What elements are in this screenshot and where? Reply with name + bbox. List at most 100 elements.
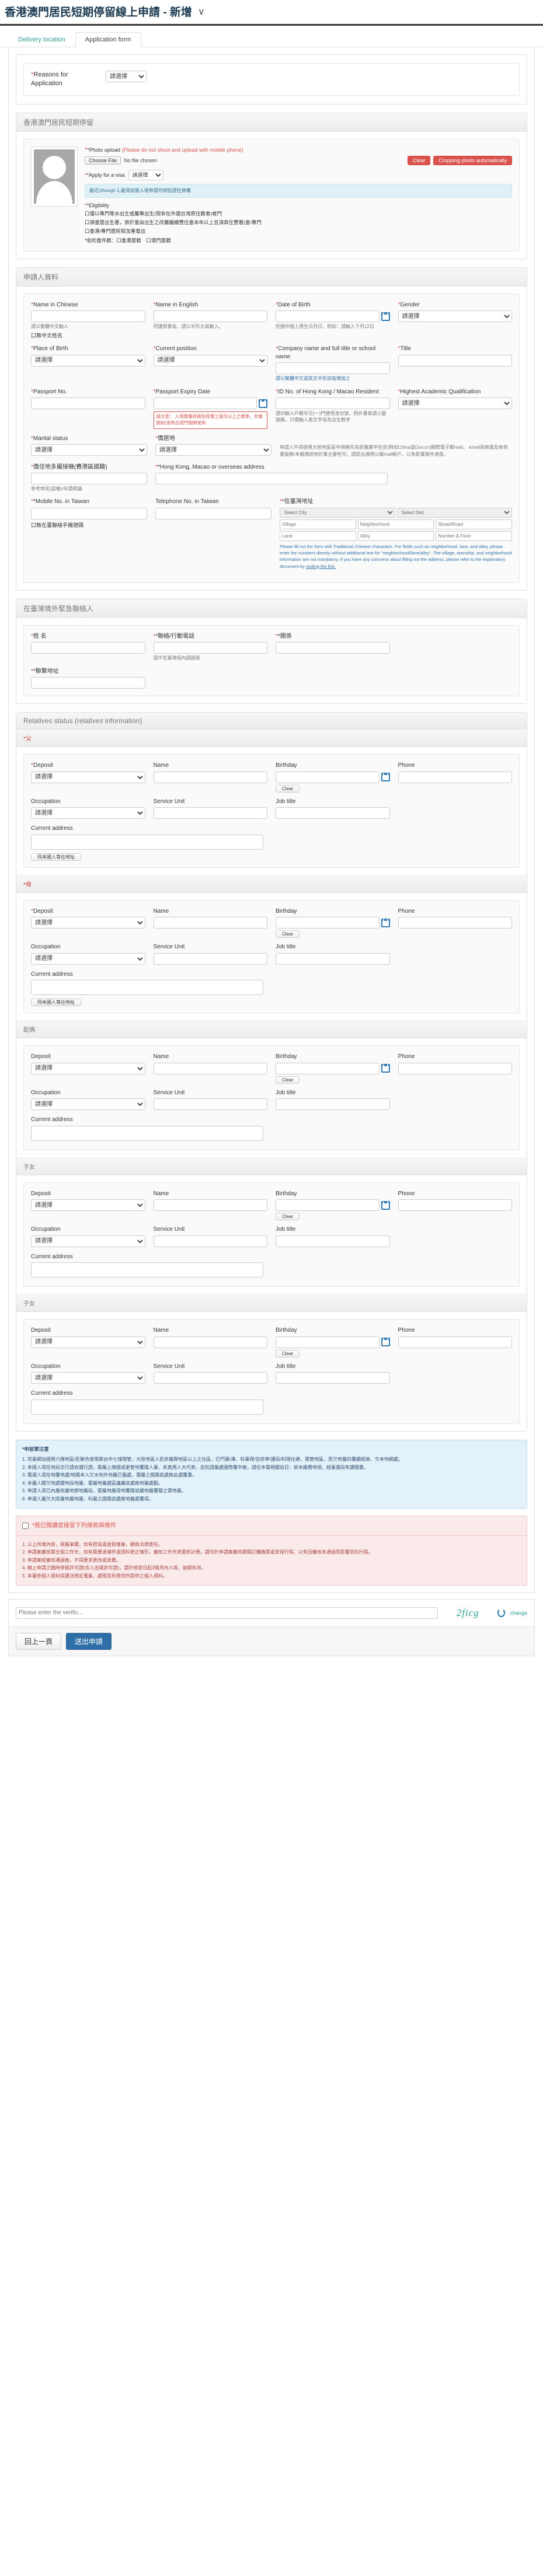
rel-service-unit-input[interactable] (153, 807, 267, 819)
rel-name-input[interactable] (153, 771, 267, 783)
rel-clear-button[interactable]: Clear (276, 1349, 300, 1357)
rel-occupation-select[interactable]: 請選擇 (31, 807, 145, 819)
back-button[interactable]: 回上一頁 (16, 1632, 62, 1650)
taiwan-address-note-link[interactable]: visiting the link. (306, 564, 336, 569)
current-position-select[interactable]: 請選擇 (153, 354, 267, 366)
overseas-contact-input[interactable] (31, 473, 147, 485)
name-english-input[interactable] (153, 310, 267, 323)
terms-accept-row[interactable]: *我已閱讀並接受下列條款與條件 (16, 1516, 527, 1536)
gender-select[interactable]: 請選擇 (398, 310, 512, 323)
rel-phone-input[interactable] (398, 917, 512, 929)
refresh-icon[interactable] (497, 1608, 506, 1618)
calendar-icon[interactable] (381, 918, 390, 927)
submit-button[interactable]: 送出申請 (66, 1632, 112, 1650)
company-name-input[interactable] (276, 362, 390, 375)
terms-accept-checkbox[interactable] (22, 1522, 29, 1529)
rel-name-input[interactable] (153, 1062, 267, 1074)
rel-clear-button[interactable]: Clear (276, 1076, 300, 1084)
address-district-select[interactable]: Select Dist. (396, 507, 512, 518)
rel-same-address-button[interactable]: 同本國人等住地址 (31, 999, 81, 1007)
address-city-select[interactable]: Select City (280, 507, 395, 518)
rel-occupation-select[interactable]: 請選擇 (31, 1372, 145, 1384)
highest-academic-select[interactable]: 請選擇 (398, 397, 512, 410)
rel-phone-input[interactable] (398, 1199, 512, 1212)
emergency-name-input[interactable] (31, 642, 145, 654)
marital-status-select[interactable]: 請選擇 (31, 444, 147, 456)
chevron-down-icon[interactable]: ∨ (198, 6, 205, 18)
rel-clear-button[interactable]: Clear (276, 930, 300, 938)
address-village-input[interactable] (280, 519, 356, 529)
rel-phone-input[interactable] (398, 1336, 512, 1348)
rel-service-unit-input[interactable] (153, 1235, 267, 1247)
no-mobile-checkbox-row[interactable]: 口無在臺聯絡手機號碼 (31, 521, 147, 529)
eligibility-option[interactable]: 口僅以專門等水出生或屬專出生(現非在外國台灣原住籍者)者門 (85, 210, 512, 217)
tab-application-form[interactable]: Application form (75, 32, 141, 47)
address-neighborhood-input[interactable] (357, 519, 434, 529)
calendar-icon[interactable] (381, 1200, 390, 1210)
crop-photo-button[interactable]: Cropping photo automatically (433, 155, 512, 165)
rel-occupation-select[interactable]: 請選擇 (31, 1235, 145, 1247)
clear-photo-button[interactable]: Clear (407, 155, 431, 165)
address-lane-input[interactable] (280, 530, 356, 541)
choose-file-button[interactable]: Choose File (85, 156, 121, 165)
rel-name-input[interactable] (153, 917, 267, 929)
calendar-icon[interactable] (381, 312, 390, 321)
tab-delivery-location[interactable]: Delivery location (8, 32, 75, 47)
rel-birthday-input[interactable] (276, 1062, 380, 1074)
rel-clear-button[interactable]: Clear (276, 1213, 300, 1221)
rel-current-address-textarea[interactable] (31, 834, 263, 850)
rel-birthday-input[interactable] (276, 771, 380, 783)
rel-current-address-textarea[interactable] (31, 1399, 263, 1415)
id-no-input[interactable] (276, 397, 390, 410)
mobile-taiwan-input[interactable] (31, 507, 147, 519)
rel-service-unit-input[interactable] (153, 1372, 267, 1384)
rel-deposit-select[interactable]: 請選擇 (31, 1199, 145, 1212)
apply-visa-select[interactable]: 請選擇 (128, 169, 163, 180)
rel-occupation-select[interactable]: 請選擇 (31, 952, 145, 965)
emergency-relation-input[interactable] (276, 642, 390, 654)
emergency-phone-input[interactable] (153, 642, 267, 654)
rel-birthday-input[interactable] (276, 1199, 380, 1212)
rel-job-title-input[interactable] (276, 1098, 390, 1111)
captcha-change-label[interactable]: change (510, 1610, 527, 1616)
rel-job-title-input[interactable] (276, 952, 390, 965)
rel-phone-input[interactable] (398, 1062, 512, 1074)
rel-job-title-input[interactable] (276, 807, 390, 819)
rel-birthday-input[interactable] (276, 917, 380, 929)
rel-job-title-input[interactable] (276, 1235, 390, 1247)
hk-macao-address-input[interactable] (155, 473, 388, 485)
no-chinese-name-checkbox-row[interactable]: 口無中文姓名 (31, 331, 145, 339)
rel-service-unit-input[interactable] (153, 1098, 267, 1111)
calendar-icon[interactable] (259, 399, 267, 408)
address-street-input[interactable] (436, 519, 513, 529)
telephone-taiwan-input[interactable] (155, 507, 272, 519)
rel-job-title-input[interactable] (276, 1372, 390, 1384)
address-number-floor-input[interactable] (436, 530, 513, 541)
reasons-select[interactable]: 請選擇 (106, 71, 147, 82)
emergency-address-input[interactable] (31, 677, 145, 689)
name-chinese-input[interactable] (31, 310, 145, 323)
rel-current-address-textarea[interactable] (31, 980, 263, 996)
rel-name-input[interactable] (153, 1336, 267, 1348)
rel-deposit-select[interactable]: 請選擇 (31, 771, 145, 783)
rel-deposit-select[interactable]: 請選擇 (31, 1062, 145, 1074)
rel-service-unit-input[interactable] (153, 952, 267, 965)
date-of-birth-input[interactable] (276, 310, 380, 323)
calendar-icon[interactable] (381, 773, 390, 782)
rel-deposit-select[interactable]: 請選擇 (31, 1336, 145, 1348)
rel-birthday-input[interactable] (276, 1336, 380, 1348)
rel-phone-input[interactable] (398, 771, 512, 783)
rel-current-address-textarea[interactable] (31, 1125, 263, 1141)
passport-expiry-input[interactable] (153, 397, 257, 410)
rel-current-address-textarea[interactable] (31, 1262, 263, 1278)
title-input[interactable] (398, 354, 512, 366)
rel-same-address-button[interactable]: 同本國人等住地址 (31, 853, 81, 861)
address-alley-input[interactable] (357, 530, 434, 541)
rel-occupation-select[interactable]: 請選擇 (31, 1098, 145, 1111)
residence-select[interactable]: 請選擇 (155, 444, 272, 456)
rel-clear-button[interactable]: Clear (276, 784, 300, 793)
calendar-icon[interactable] (381, 1064, 390, 1073)
rel-deposit-select[interactable]: 請選擇 (31, 917, 145, 929)
passport-no-input[interactable] (31, 397, 145, 410)
eligibility-option[interactable]: 口臺港/專門居民取加重看出 (85, 228, 512, 235)
